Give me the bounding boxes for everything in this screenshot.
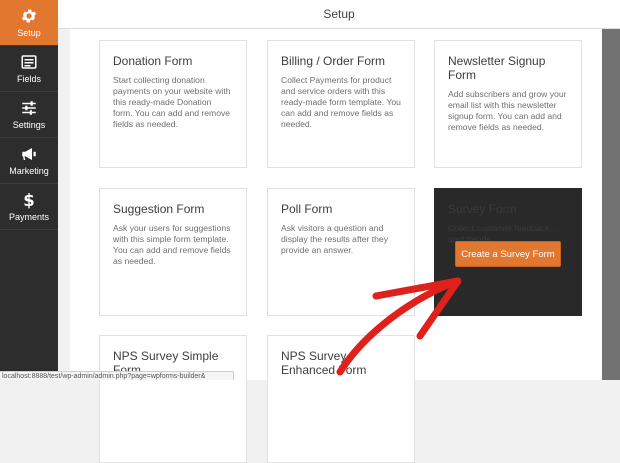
- sliders-icon: [19, 99, 39, 117]
- template-title: Newsletter Signup Form: [448, 54, 546, 82]
- template-card-donation[interactable]: Donation Form Start collecting donation …: [99, 40, 247, 168]
- template-description: Start collecting donation payments on yo…: [113, 75, 231, 129]
- template-title: Donation Form: [113, 54, 193, 68]
- sidebar-item-label: Fields: [16, 74, 41, 84]
- sidebar-item-label: Payments: [8, 212, 50, 222]
- template-description: Ask your users for suggestions with this…: [113, 223, 231, 266]
- template-card-nps-enhanced[interactable]: NPS Survey Enhanced Form: [267, 335, 415, 463]
- template-description: Add subscribers and grow your email list…: [448, 89, 567, 132]
- template-card-nps-simple[interactable]: NPS Survey Simple Form: [99, 335, 247, 463]
- builder-header: Setup: [58, 0, 620, 29]
- sidebar-item-settings[interactable]: Settings: [0, 92, 58, 138]
- sidebar-item-payments[interactable]: $ Payments: [0, 184, 58, 230]
- sidebar-item-label: Marketing: [9, 166, 49, 176]
- builder-sidebar: Setup Fields Settings Marketing $ Paymen…: [0, 0, 58, 380]
- template-title: Survey Form: [448, 202, 517, 216]
- gear-icon: [19, 7, 39, 25]
- template-title: Suggestion Form: [113, 202, 205, 216]
- template-card-poll[interactable]: Poll Form Ask visitors a question and di…: [267, 188, 415, 316]
- megaphone-icon: [19, 145, 39, 163]
- status-bar-url: localhost:8888/test/wp-admin/admin.php?p…: [0, 371, 234, 380]
- template-card-newsletter[interactable]: Newsletter Signup Form Add subscribers a…: [434, 40, 582, 168]
- sidebar-item-marketing[interactable]: Marketing: [0, 138, 58, 184]
- template-card-suggestion[interactable]: Suggestion Form Ask your users for sugge…: [99, 188, 247, 316]
- template-title: Poll Form: [281, 202, 333, 216]
- template-description: Collect Payments for product and service…: [281, 75, 401, 129]
- sidebar-item-fields[interactable]: Fields: [0, 46, 58, 92]
- svg-text:$: $: [23, 191, 34, 209]
- template-card-survey[interactable]: Survey Form Collect customer feedback, .…: [434, 188, 582, 316]
- left-gutter: [58, 29, 70, 380]
- sidebar-item-label: Setup: [17, 28, 41, 38]
- template-description: Ask visitors a question and display the …: [281, 223, 388, 255]
- scrollbar-track[interactable]: [602, 29, 620, 380]
- sidebar-item-label: Settings: [12, 120, 46, 130]
- page-title: Setup: [323, 7, 355, 21]
- sidebar-item-setup[interactable]: Setup: [0, 0, 58, 46]
- template-card-billing[interactable]: Billing / Order Form Collect Payments fo…: [267, 40, 415, 168]
- template-title: Billing / Order Form: [281, 54, 386, 68]
- template-title: NPS Survey Enhanced Form: [281, 349, 367, 377]
- fields-list-icon: [19, 53, 39, 71]
- create-survey-form-button[interactable]: Create a Survey Form: [455, 241, 561, 267]
- dollar-icon: $: [19, 191, 39, 209]
